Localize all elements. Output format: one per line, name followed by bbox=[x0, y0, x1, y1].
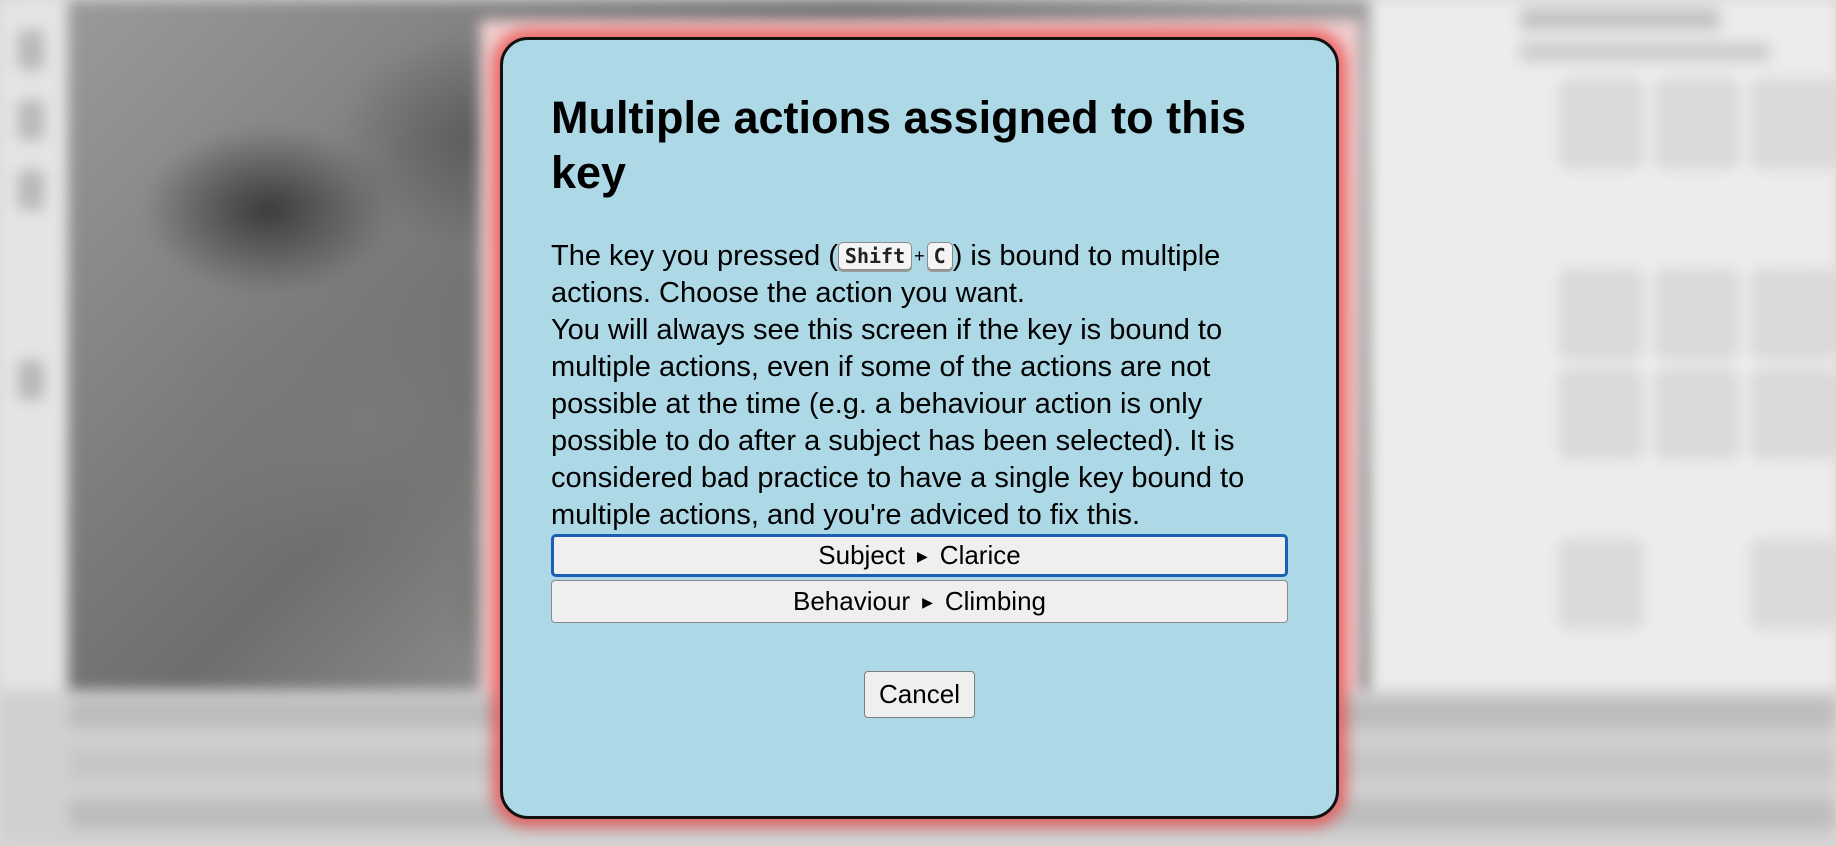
action-category: Behaviour bbox=[792, 586, 911, 616]
action-name: Clarice bbox=[939, 540, 1021, 570]
action-button-subject-clarice[interactable]: Subject ▶ Clarice bbox=[551, 534, 1288, 577]
cancel-button[interactable]: Cancel bbox=[864, 671, 975, 718]
message-note: You will always see this screen if the k… bbox=[551, 314, 1245, 531]
cancel-row: Cancel bbox=[551, 671, 1288, 718]
action-list: Subject ▶ Clarice Behaviour ▶ Climbing bbox=[551, 534, 1288, 623]
action-category: Subject bbox=[818, 540, 906, 570]
c-key-badge: C bbox=[926, 242, 953, 270]
shift-key-badge: Shift bbox=[837, 242, 913, 270]
caret-right-icon: ▶ bbox=[917, 548, 928, 564]
dialog-message: The key you pressed (Shift + C) is bound t… bbox=[551, 238, 1288, 534]
action-button-behaviour-climbing[interactable]: Behaviour ▶ Climbing bbox=[551, 580, 1288, 623]
key-plus: + bbox=[914, 246, 925, 266]
multiple-actions-dialog: Multiple actions assigned to this key Th… bbox=[500, 37, 1339, 819]
left-toolbar bbox=[0, 0, 68, 700]
right-panel bbox=[1370, 0, 1836, 700]
message-prefix: The key you pressed ( bbox=[551, 240, 838, 272]
dialog-title: Multiple actions assigned to this key bbox=[551, 92, 1247, 198]
caret-right-icon: ▶ bbox=[922, 594, 933, 610]
action-name: Climbing bbox=[944, 586, 1046, 616]
